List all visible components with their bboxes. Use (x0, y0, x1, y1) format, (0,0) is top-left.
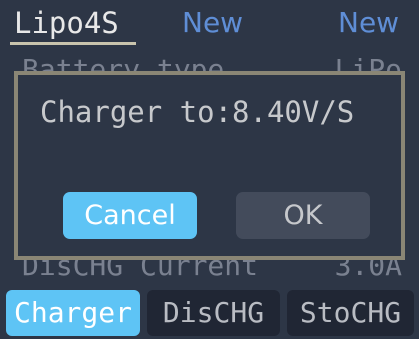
tab-charger[interactable]: Charger (6, 290, 140, 336)
ok-button[interactable]: OK (236, 192, 370, 239)
charger-screen: Lipo4S New New Battery type LiPo DisCHG … (0, 0, 419, 339)
active-tab-underline (10, 42, 136, 45)
bottom-tab-bar: Charger DisCHG StoCHG (0, 286, 419, 339)
top-tab-bar: Lipo4S New New (0, 0, 419, 46)
dialog-message: Charger to:8.40V/S (40, 95, 355, 129)
cancel-button[interactable]: Cancel (63, 192, 197, 239)
tab-dischg[interactable]: DisCHG (147, 290, 280, 336)
confirm-dialog: Charger to:8.40V/S Cancel OK (14, 71, 405, 260)
tab-stochg[interactable]: StoCHG (287, 290, 414, 336)
tab-new-1[interactable]: New (182, 6, 243, 40)
tab-profile-lipo4s[interactable]: Lipo4S (14, 6, 119, 40)
tab-new-2[interactable]: New (338, 6, 399, 40)
